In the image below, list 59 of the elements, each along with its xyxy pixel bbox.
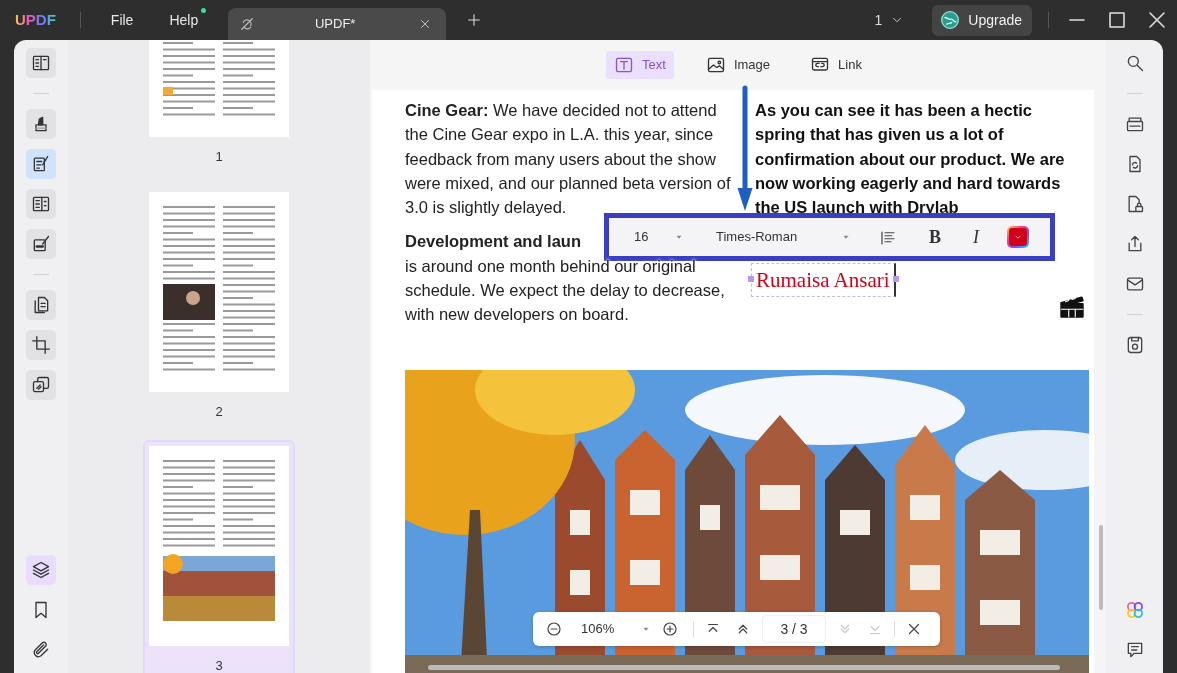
globe-icon xyxy=(940,10,961,30)
edit-tool-button[interactable] xyxy=(26,149,56,179)
plus-icon xyxy=(466,12,483,28)
image-icon xyxy=(705,55,726,75)
crop-icon xyxy=(31,335,51,355)
bold-paragraph: As you can see it has been a hectic spring that has given us a lot of confirmation about our product. We are now working eagerly and hard towards the US launch with Drylab xyxy=(755,100,1066,219)
upgrade-button[interactable]: Upgrade xyxy=(932,4,1032,36)
pages-tool-button[interactable] xyxy=(26,290,56,320)
sign-document-icon xyxy=(31,234,51,254)
text-tool-icon xyxy=(614,55,635,75)
colorful-flower-icon xyxy=(1124,600,1145,620)
page-number: 3 xyxy=(214,657,224,673)
tab-title: UPDF* xyxy=(313,15,357,34)
clapperboard-icon xyxy=(1058,293,1086,319)
comment-tool-button[interactable] xyxy=(26,109,56,139)
section-heading: Development and laun xyxy=(405,231,582,253)
zoom-level-dropdown[interactable]: 106% xyxy=(581,619,651,639)
zoom-out-icon xyxy=(545,620,563,638)
document-tab[interactable]: UPDF* xyxy=(228,8,447,40)
fill-sign-tool-button[interactable] xyxy=(26,229,56,259)
maximize-icon xyxy=(1109,12,1125,28)
minimize-icon xyxy=(1069,19,1085,22)
thumbnail-item[interactable]: 1 xyxy=(145,40,293,171)
layers-tool-button[interactable] xyxy=(26,555,56,585)
text-color-button[interactable] xyxy=(1007,226,1029,248)
page-number: 1 xyxy=(214,148,224,166)
close-icon xyxy=(1149,12,1165,28)
signature-text-box[interactable]: Rumaisa Ansari xyxy=(751,263,896,298)
paragraph: is around one month behind our original schedule. We expect the delay to decrease, with new developers on board. xyxy=(405,255,726,326)
page-number-field[interactable]: 3 / 3 xyxy=(762,615,826,643)
resize-handle[interactable] xyxy=(892,276,899,283)
edit-document-icon xyxy=(31,154,51,174)
horizontal-scrollbar[interactable] xyxy=(428,665,1060,670)
page-number: 2 xyxy=(214,402,224,421)
layers-icon xyxy=(31,560,51,580)
paperclip-icon xyxy=(31,640,51,660)
book-icon xyxy=(31,53,51,73)
thumbnail-item[interactable]: 3 xyxy=(145,442,293,673)
edit-mode-tab[interactable]: Text xyxy=(606,51,674,79)
crop-tool-button[interactable] xyxy=(26,330,56,360)
organize-tool-button[interactable] xyxy=(26,189,56,219)
resize-handle[interactable] xyxy=(748,276,754,283)
thumbnail-item[interactable]: 2 xyxy=(145,187,293,425)
overlay-tool-button[interactable] xyxy=(26,370,56,400)
menu-item[interactable]: Help xyxy=(163,5,205,35)
vertical-scrollbar[interactable] xyxy=(1099,525,1103,610)
reader-tool-button[interactable] xyxy=(26,48,56,78)
zoom-in-icon xyxy=(661,620,679,638)
window-count-dropdown[interactable]: 1 xyxy=(870,9,909,31)
menu-item[interactable]: File xyxy=(104,5,140,35)
paragraph: Cine Gear: We have decided not to attend the Cine Gear expo in L.A. this year, since feedback from many users about the show were mixed, and our planned beta version of 3.0 is slightly delayed. xyxy=(405,100,732,219)
overlapping-squares-icon xyxy=(31,375,51,395)
two-column-document-icon xyxy=(31,194,51,214)
font-family-dropdown[interactable]: Times-Roman xyxy=(716,227,851,247)
italic-button[interactable]: I xyxy=(969,226,983,248)
font-size-dropdown[interactable]: 16 xyxy=(634,227,684,247)
edit-mode-tab[interactable]: Image xyxy=(697,51,779,79)
edit-mode-tab[interactable]: Link xyxy=(802,51,870,79)
bold-button[interactable]: B xyxy=(925,226,945,248)
